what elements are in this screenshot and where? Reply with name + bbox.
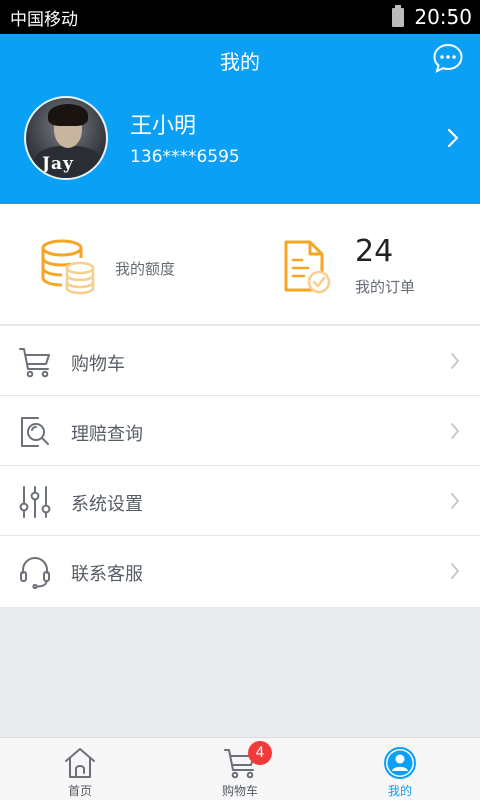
carrier-name: 中国移动 [10,9,78,30]
tab-cart[interactable]: 4 购物车 [160,738,320,800]
headset-icon [20,557,50,589]
menu-item-claims[interactable]: 理赔查询 [0,396,480,466]
user-name[interactable]: 王小明 [130,108,196,140]
status-right: 20:50 [392,5,472,29]
database-coins-icon[interactable] [40,238,96,296]
status-time: 20:50 [414,5,472,29]
settings-sliders-icon [19,486,51,518]
home-icon [65,748,95,778]
chat-bubble-icon[interactable] [432,42,464,74]
chevron-right-icon [451,493,459,509]
tab-home[interactable]: 首页 [0,738,160,800]
order-count[interactable]: 24 [355,234,393,269]
avatar[interactable]: Jay [24,96,108,180]
menu-item-label: 联系客服 [71,564,143,585]
claim-search-icon [21,417,49,447]
bottom-tab-bar: 首页 4 购物车 我的 [0,737,480,800]
user-phone: 136****6595 [130,147,240,167]
order-document-icon[interactable] [282,238,332,296]
avatar-text: Jay [42,154,74,174]
tab-label: 购物车 [221,784,258,798]
stats-panel: 我的额度 24 我的订单 [0,204,480,325]
chevron-right-icon [451,423,459,439]
tab-label: 首页 [67,784,92,798]
chevron-right-icon [451,353,459,369]
chevron-right-icon [451,563,459,579]
menu-item-label: 购物车 [71,354,125,375]
quota-label[interactable]: 我的额度 [115,258,175,279]
cart-icon [19,348,50,378]
chevron-right-icon[interactable] [446,128,460,148]
menu-item-cart[interactable]: 购物车 [0,326,480,396]
profile-header: 我的 Jay 王小明 136****6595 [0,34,480,204]
user-icon [384,747,416,779]
status-bar: 中国移动 20:50 [0,0,480,34]
order-label[interactable]: 我的订单 [355,276,415,297]
menu-item-support[interactable]: 联系客服 [0,536,480,607]
avatar-hair [48,104,88,126]
tab-label: 我的 [387,784,412,798]
page-title: 我的 [220,50,260,74]
menu-item-label: 理赔查询 [71,424,143,445]
menu-item-settings[interactable]: 系统设置 [0,466,480,536]
cart-badge: 4 [248,741,272,765]
tab-me[interactable]: 我的 [320,738,480,800]
battery-icon [392,5,405,27]
menu-list: 购物车 理赔查询 系统设置 联系客服 [0,326,480,607]
menu-item-label: 系统设置 [71,494,143,515]
